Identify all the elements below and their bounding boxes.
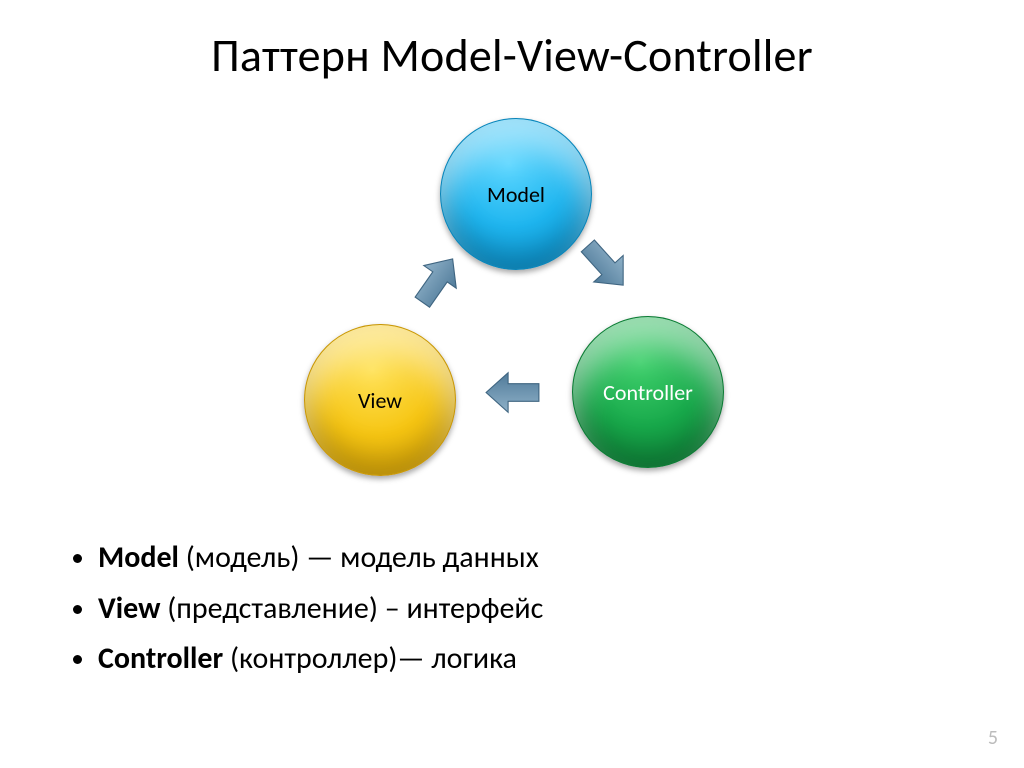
term: Model bbox=[98, 539, 179, 576]
slide-title: Паттерн Model-View-Controller bbox=[0, 28, 1024, 84]
slide: Паттерн Model-View-Controller Model Cont… bbox=[0, 0, 1024, 768]
definition: (представление) – интерфейс bbox=[160, 590, 543, 627]
node-view: View bbox=[304, 324, 456, 476]
page-number: 5 bbox=[988, 726, 998, 750]
node-view-label: View bbox=[358, 387, 402, 414]
list-item: Model (модель) — модель данных bbox=[98, 535, 543, 582]
bullet-list: Model (модель) — модель данных View (пре… bbox=[58, 535, 543, 687]
arrow-controller-view-icon bbox=[485, 370, 540, 415]
node-model-label: Model bbox=[487, 181, 545, 208]
mvc-cycle-diagram: Model Controller View bbox=[300, 118, 740, 468]
node-controller: Controller bbox=[572, 316, 724, 468]
list-item: Controller (контроллер)— логика bbox=[98, 636, 543, 683]
node-model: Model bbox=[440, 118, 592, 270]
node-controller-label: Controller bbox=[603, 379, 693, 406]
term: View bbox=[98, 590, 160, 627]
definition: (модель) — модель данных bbox=[179, 539, 539, 576]
term: Controller bbox=[98, 640, 223, 677]
arrow-model-controller-icon bbox=[570, 230, 640, 301]
arrow-view-model-icon bbox=[403, 245, 471, 316]
list-item: View (представление) – интерфейс bbox=[98, 586, 543, 633]
definition: (контроллер)— логика bbox=[223, 640, 517, 677]
